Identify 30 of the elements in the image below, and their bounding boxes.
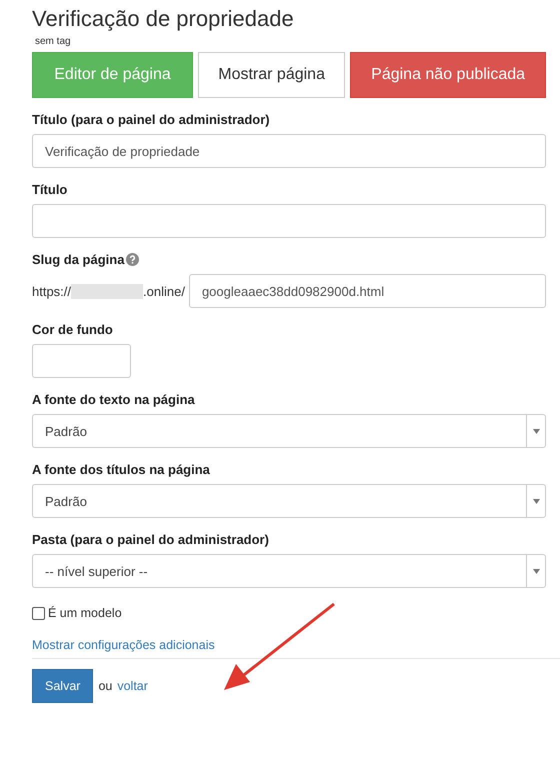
url-prefix: https:// xyxy=(32,284,72,298)
checkbox[interactable] xyxy=(32,606,45,620)
slug-field[interactable]: googleaaec38dd0982900d.html xyxy=(188,274,546,308)
field-label: A fonte do texto na página xyxy=(32,392,195,407)
more-settings-link[interactable]: Mostrar configurações adicionais xyxy=(32,638,560,659)
caret-icon xyxy=(532,428,540,434)
field-label: Cor de fundo xyxy=(32,322,113,337)
field-label: Título (para o painel do administrador) xyxy=(32,112,270,127)
save-button[interactable]: Salvar xyxy=(32,669,94,703)
select-field[interactable]: Padrão xyxy=(32,484,546,518)
back-link[interactable]: voltar xyxy=(117,679,148,693)
field-label: Título xyxy=(32,182,68,197)
or-text: ou xyxy=(98,679,112,693)
select-field[interactable]: -- nível superior -- xyxy=(32,554,546,588)
field-label: Slug da página xyxy=(32,252,124,267)
url-domain-suffix: .online/ xyxy=(143,284,185,298)
action-button[interactable]: Página não publicada xyxy=(350,52,546,98)
tag-note: sem tag xyxy=(35,36,72,47)
color-field[interactable] xyxy=(32,344,131,378)
caret-icon xyxy=(532,498,540,504)
text-field[interactable]: Verificação de propriedade xyxy=(32,134,546,168)
caret-icon xyxy=(532,568,540,574)
help-icon[interactable] xyxy=(126,253,140,266)
field-label: A fonte dos títulos na página xyxy=(32,462,210,477)
checkbox-label: É um modelo xyxy=(48,606,122,620)
action-button[interactable]: Mostrar página xyxy=(198,52,346,98)
select-field[interactable]: Padrão xyxy=(32,414,546,448)
text-field[interactable] xyxy=(32,204,546,238)
page-title: Verificação de propriedade xyxy=(32,5,295,33)
field-label: Pasta (para o painel do administrador) xyxy=(32,532,269,547)
